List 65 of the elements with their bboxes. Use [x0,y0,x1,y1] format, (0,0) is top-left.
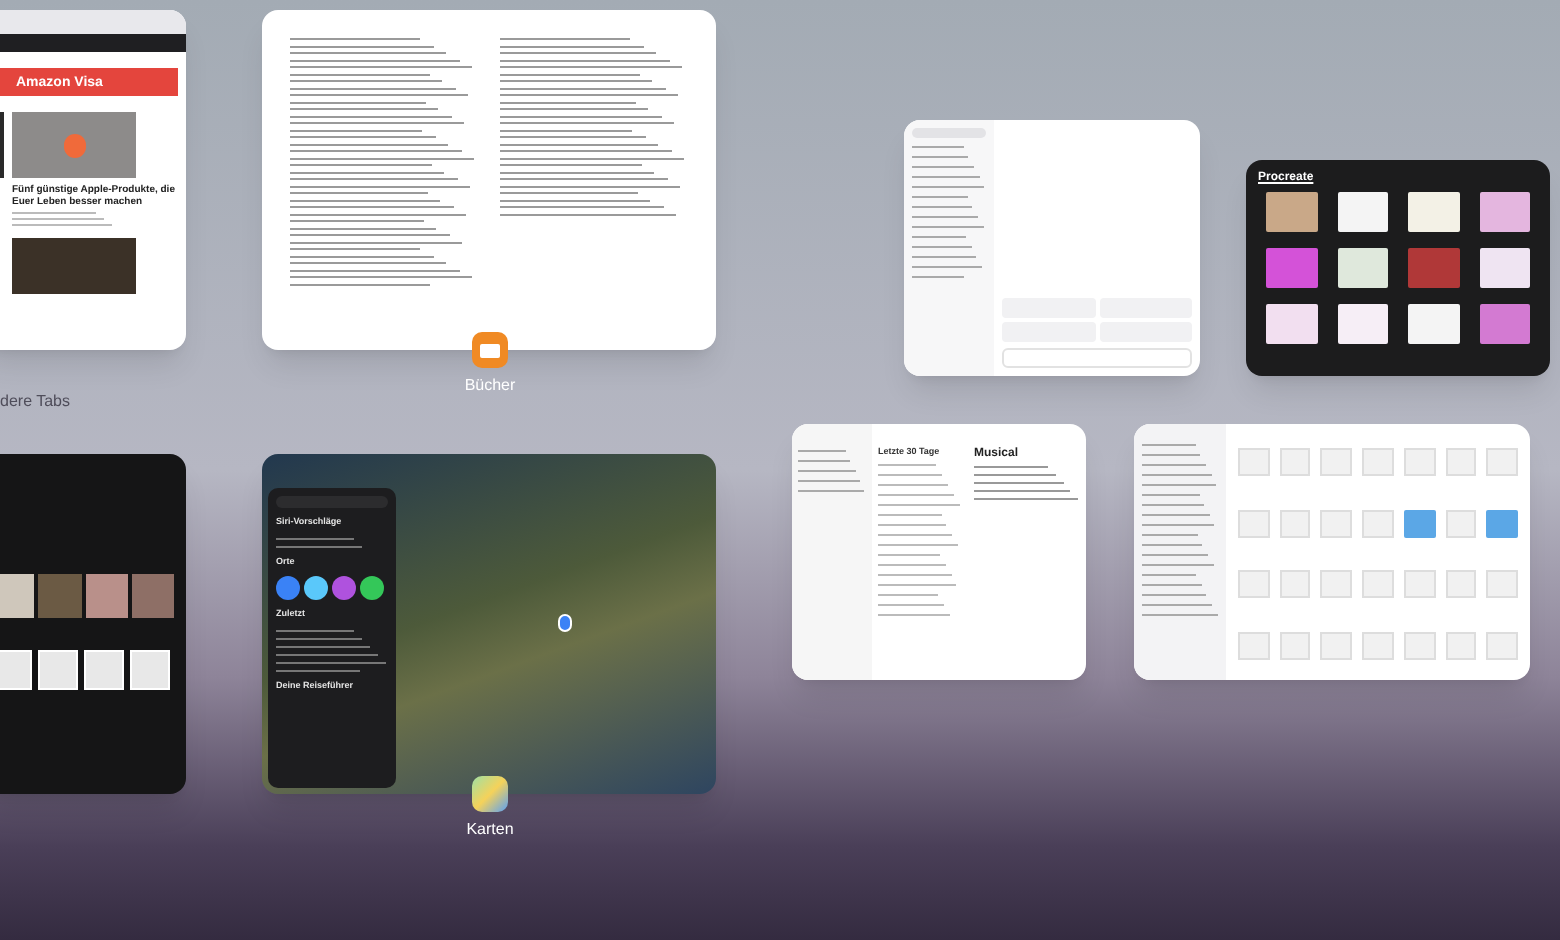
photo-placeholder [0,574,35,618]
folder-icon[interactable] [1403,509,1436,537]
document-icon[interactable] [1403,448,1436,476]
document-icon[interactable] [1445,448,1477,476]
layout-thumbnail[interactable] [0,650,32,690]
artwork-thumbnail[interactable] [1266,248,1317,288]
place-icon[interactable] [276,576,300,600]
place-icon[interactable] [360,576,384,600]
place-icon[interactable] [304,576,328,600]
document-icon[interactable] [1445,509,1477,537]
place-icon[interactable] [332,576,356,600]
app-label: Karten [464,818,516,842]
document-icon[interactable] [1238,631,1270,659]
document-icon[interactable] [1362,570,1394,598]
text-lines-drawing [798,450,866,492]
document-icon[interactable] [1238,448,1270,476]
document-icon[interactable] [1362,448,1394,476]
document-icon[interactable] [1279,631,1311,659]
photo-placeholder [131,574,174,618]
layout-thumbnail[interactable] [130,650,170,690]
document-icon[interactable] [1279,570,1311,598]
document-icon[interactable] [1486,448,1518,476]
document-icon[interactable] [1279,448,1311,476]
layout-thumbnail[interactable] [84,650,124,690]
document-icon[interactable] [1362,631,1394,659]
window-label: dere Tabs [0,390,70,414]
document-icon[interactable] [1320,509,1353,537]
document-icon[interactable] [1238,509,1270,537]
artwork-thumbnail[interactable] [1337,248,1388,288]
artwork-thumbnail[interactable] [1337,304,1388,344]
map-pin-icon [558,614,572,632]
document-icon[interactable] [1238,570,1270,598]
artwork-thumbnail[interactable] [1408,192,1459,232]
text-lines-drawing [276,629,388,671]
layout-thumbnail[interactable] [38,650,78,690]
artwork-thumbnail[interactable] [1266,192,1317,232]
artwork-thumbnail[interactable] [1337,192,1388,232]
artwork-thumbnail[interactable] [1408,248,1459,288]
artwork-thumbnail[interactable] [1408,304,1459,344]
artwork-thumbnail[interactable] [1266,304,1317,344]
book-icon[interactable] [472,332,508,368]
text-lines-drawing [912,146,986,278]
artwork-thumbnail[interactable] [1479,304,1530,344]
artwork-thumbnail[interactable] [1479,248,1530,288]
document-icon[interactable] [1320,448,1353,476]
search-field[interactable] [912,128,986,138]
document-icon[interactable] [1486,631,1518,659]
artwork-thumbnail[interactable] [1479,192,1530,232]
message-field[interactable] [1002,348,1192,368]
photo-placeholder [12,238,136,294]
folder-icon[interactable] [1486,509,1518,537]
document-icon[interactable] [1445,631,1477,659]
app-label: Bücher [462,374,518,398]
text-lines-drawing [974,466,1080,500]
app-window[interactable] [0,454,186,794]
document-icon[interactable] [1362,509,1394,537]
document-icon[interactable] [1320,631,1353,659]
document-icon[interactable] [1403,631,1436,659]
photo-placeholder [85,574,128,618]
document-icon[interactable] [1445,570,1477,598]
document-icon[interactable] [1320,570,1353,598]
photo-placeholder [38,574,81,618]
document-icon[interactable] [1486,570,1518,598]
document-icon[interactable] [1403,570,1436,598]
document-icon[interactable] [1279,509,1311,537]
